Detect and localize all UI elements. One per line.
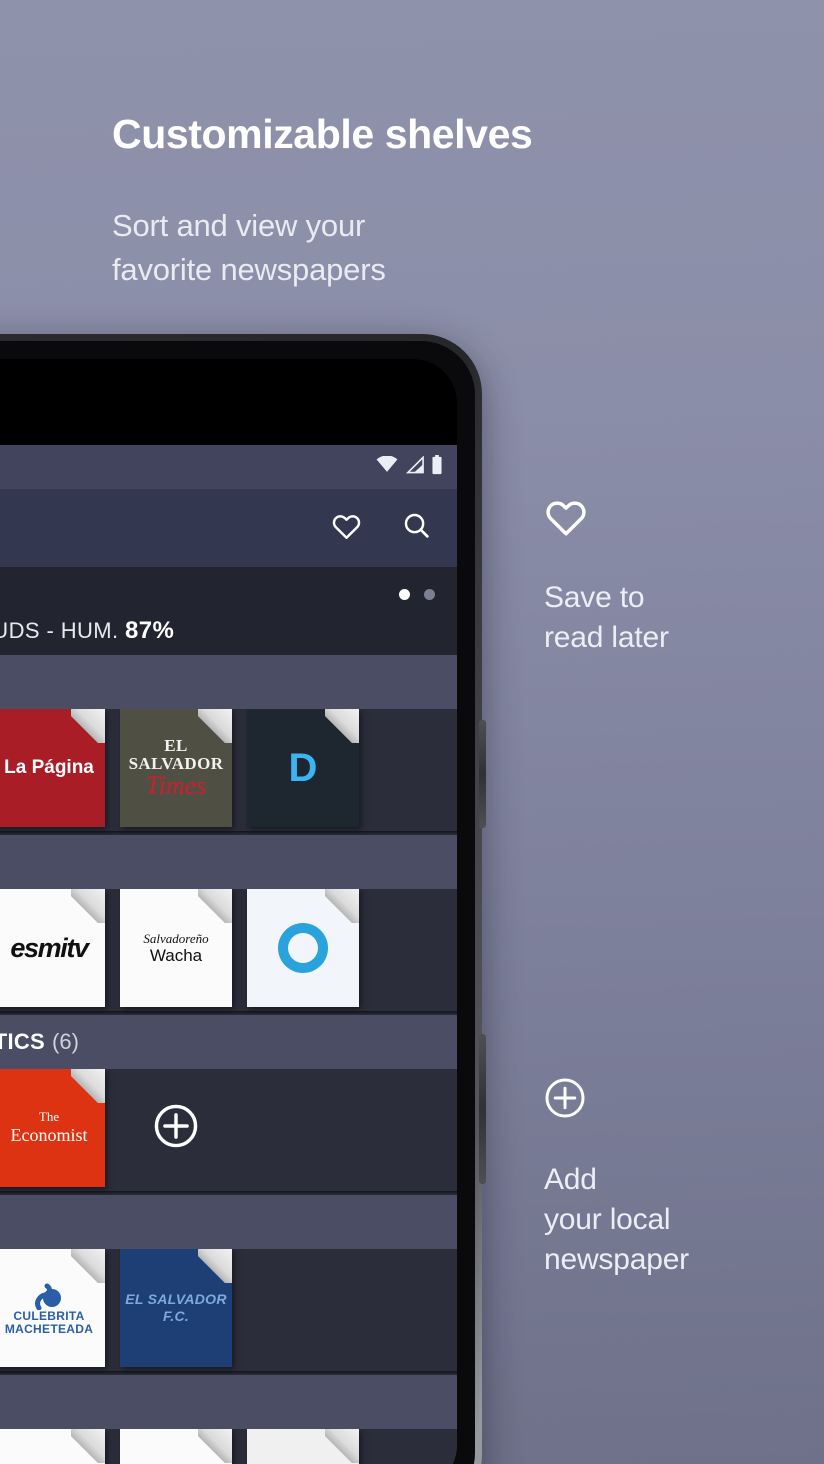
newspaper-tile[interactable]: esmitv — [0, 889, 105, 1007]
tile-logo: CULEBRITA MACHETEADA — [0, 1280, 105, 1336]
shelf: BRITIES (7) S DIARIO LATINO — [0, 1375, 457, 1464]
shelf-count: (6) — [52, 1029, 79, 1054]
battery-icon — [431, 454, 443, 480]
newspaper-tile[interactable]: EL SALVADOR Times — [120, 709, 232, 827]
callout-add-local-newspaper: Add your local newspaper — [544, 1077, 689, 1280]
page-curl-icon — [325, 709, 359, 743]
callout-add-line1: Add — [544, 1163, 597, 1196]
phone-mockup: Newspapers — [0, 334, 486, 1464]
shelf-header[interactable]: NAL (15) — [0, 835, 457, 889]
weather-text: C - BROKEN CLOUDS - HUM. 87% — [0, 617, 174, 645]
shelf: TS (8) ico EDHDEPORTES — [0, 1195, 457, 1375]
shelf-header[interactable]: OMICS AND POLITICS (6) — [0, 1015, 457, 1069]
wifi-icon — [376, 455, 398, 478]
page-subtitle: Sort and view your favorite newspapers — [112, 204, 386, 292]
weather-conditions: C - BROKEN CLOUDS - HUM. — [0, 618, 119, 643]
tile-logo: esmitv — [10, 932, 89, 963]
shelf-body[interactable]: S DIARIO LATINO BIGTEENS ★ — [0, 1429, 457, 1464]
newspaper-tile[interactable]: Salvadoreño Wacha — [120, 889, 232, 1007]
page-curl-icon — [71, 1069, 105, 1103]
page-curl-icon — [198, 1429, 232, 1463]
cell-signal-icon — [405, 454, 424, 479]
shelf: RAL (8) NSAC A eelsalvador — [0, 655, 457, 835]
plus-circle-icon — [153, 1103, 199, 1154]
tile-logo — [247, 914, 359, 983]
page-curl-icon — [198, 1249, 232, 1283]
page-subtitle-line1: Sort and view your — [112, 208, 366, 243]
newspaper-tile[interactable]: EL SALVADOR F.C. — [120, 1249, 232, 1367]
newspaper-tile[interactable]: D — [247, 709, 359, 827]
tile-logo-line2: F.C. — [162, 1308, 190, 1324]
status-bar — [0, 445, 457, 489]
shelf-body[interactable]: I N K E&N The Economist — [0, 1069, 457, 1195]
callout-save-to-read-later: Save to read later — [544, 497, 669, 658]
tile-logo-line2: Wacha — [149, 946, 203, 966]
shelf: OMICS AND POLITICS (6) I N K E&N — [0, 1015, 457, 1195]
callout-add-line3: newspaper — [544, 1243, 689, 1276]
favorites-heart-icon[interactable] — [331, 512, 362, 545]
page-title: Customizable shelves — [112, 111, 533, 157]
tile-logo: EL SALVADOR Times — [120, 735, 232, 801]
shelf-header[interactable]: BRITIES (7) — [0, 1375, 457, 1429]
weather-humidity: 87% — [125, 617, 175, 644]
page-subtitle-line2: favorite newspapers — [112, 252, 386, 287]
tile-logo-line2: MACHETEADA — [4, 1322, 94, 1336]
page-curl-icon — [71, 889, 105, 923]
page-curl-icon — [325, 1429, 359, 1463]
shelf-body[interactable]: cada elfaro esmitv — [0, 889, 457, 1015]
newspaper-tile[interactable] — [247, 1429, 359, 1464]
tile-logo-line1: CULEBRITA — [13, 1308, 85, 1323]
app-screen: Newspapers — [0, 445, 457, 1464]
search-icon[interactable] — [402, 511, 431, 545]
tile-logo-line1: EL SALVADOR — [125, 1291, 227, 1308]
callout-save-line2: read later — [544, 621, 669, 654]
shelf-body[interactable]: NSAC A eelsalvador La Página — [0, 709, 457, 835]
tile-logo-line1: Salvadoreño — [143, 930, 209, 946]
callout-add-line2: your local — [544, 1203, 671, 1236]
power-button[interactable] — [479, 720, 486, 828]
pager-dot-active[interactable] — [399, 589, 410, 600]
tile-logo: D — [288, 746, 318, 790]
phone-bezel: Newspapers — [0, 341, 475, 1464]
pager-dot[interactable] — [424, 589, 435, 600]
tile-logo-line1: EL SALVADOR — [128, 735, 224, 774]
newspaper-tile[interactable]: ★ — [120, 1429, 232, 1464]
tile-logo: La Página — [4, 757, 94, 779]
heart-outline-icon — [544, 497, 669, 542]
add-newspaper-button[interactable] — [120, 1069, 232, 1187]
newspaper-tile[interactable]: The Economist — [0, 1069, 105, 1187]
shelf-body[interactable]: ico EDHDEPORTES — [0, 1249, 457, 1375]
phone-screen: Newspapers — [0, 359, 457, 1464]
newspaper-tile[interactable]: La Página — [0, 709, 105, 827]
newspaper-tile[interactable] — [247, 889, 359, 1007]
shelf: NAL (15) cada elfaro — [0, 835, 457, 1015]
shelf-header[interactable]: RAL (8) — [0, 655, 457, 709]
newspaper-tile[interactable]: CULEBRITA MACHETEADA — [0, 1249, 105, 1367]
plus-circle-icon — [544, 1077, 689, 1124]
app-bar-actions — [331, 511, 431, 545]
shelf-name: OMICS AND POLITICS — [0, 1029, 46, 1054]
page-curl-icon — [71, 1429, 105, 1463]
app-bar: Newspapers — [0, 489, 457, 567]
tile-logo-line1: The — [38, 1109, 60, 1125]
weather-pager[interactable] — [399, 589, 435, 600]
page-curl-icon — [71, 1249, 105, 1283]
tile-logo: EL SALVADOR F.C. — [120, 1291, 232, 1325]
tile-logo: Salvadoreño Wacha — [120, 931, 232, 966]
tile-logo-line2: Times — [145, 771, 207, 801]
tile-logo-line2: Economist — [10, 1125, 88, 1146]
newspaper-tile[interactable]: BIGTEENS — [0, 1429, 105, 1464]
tile-logo: The Economist — [0, 1109, 105, 1146]
shelf-header[interactable]: TS (8) — [0, 1195, 457, 1249]
page-curl-icon — [71, 709, 105, 743]
callout-save-line1: Save to — [544, 581, 645, 614]
weather-bar[interactable]: C - BROKEN CLOUDS - HUM. 87% — [0, 567, 457, 655]
page-curl-icon — [198, 889, 232, 923]
volume-button[interactable] — [479, 1034, 486, 1184]
status-bar-right — [376, 454, 443, 480]
